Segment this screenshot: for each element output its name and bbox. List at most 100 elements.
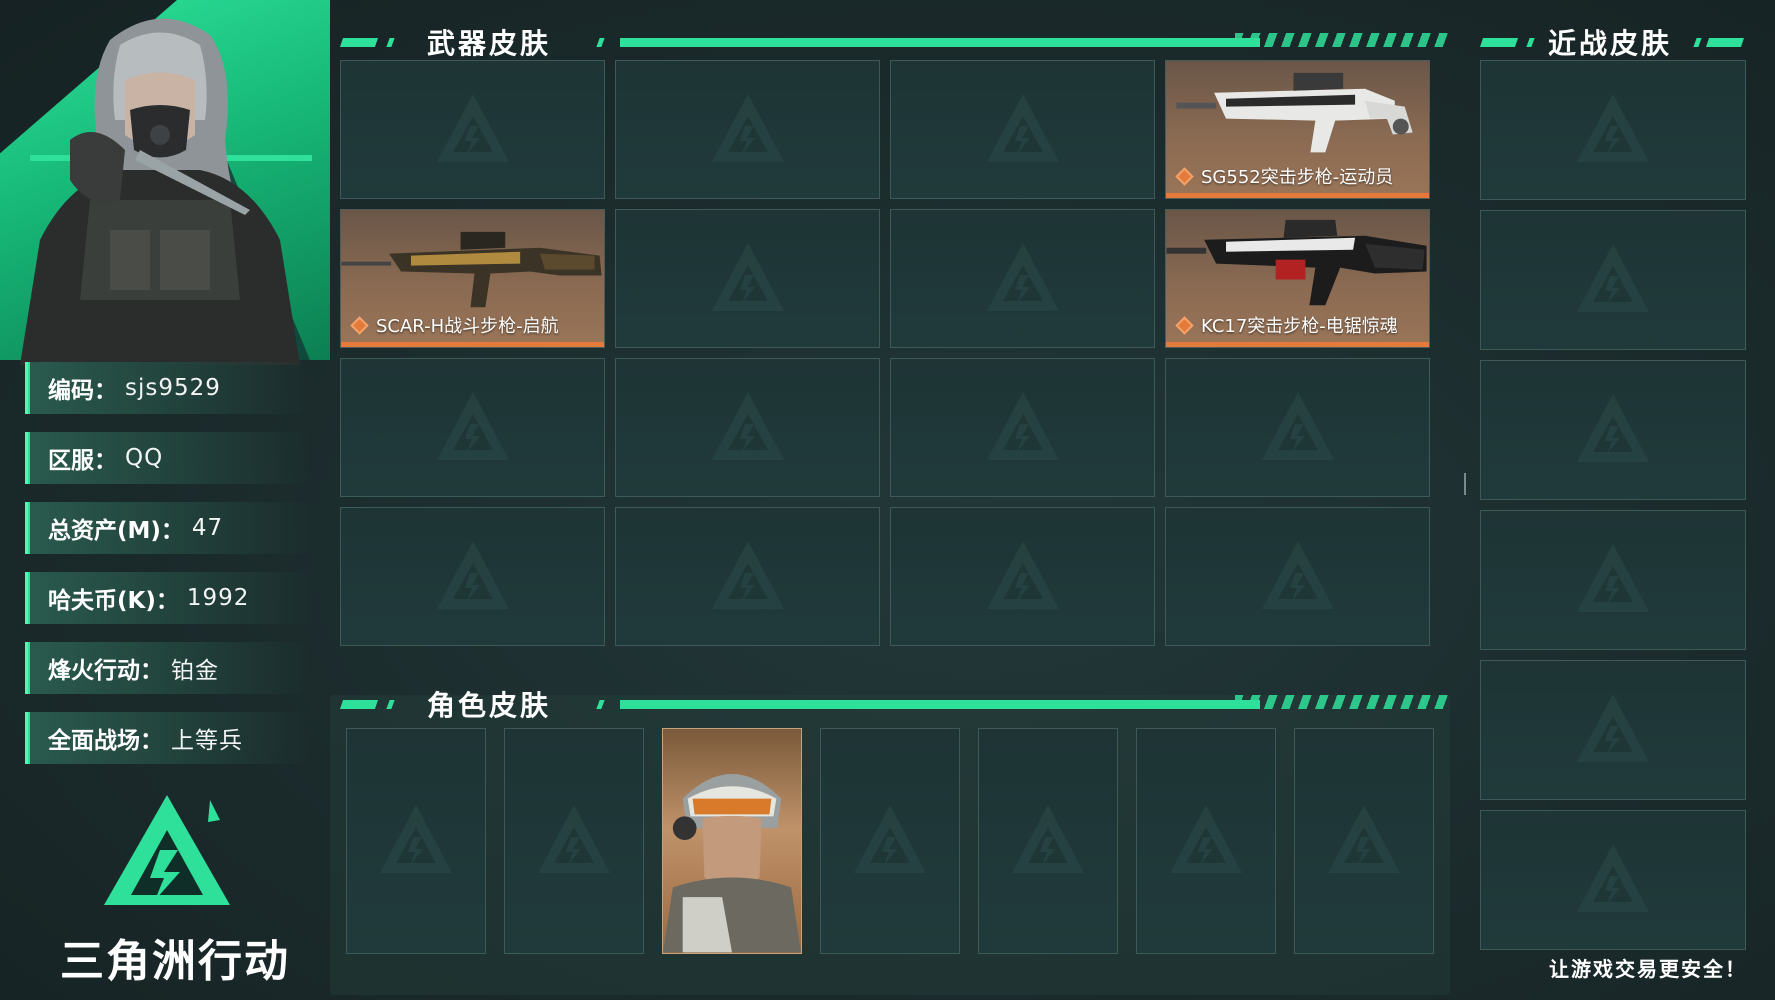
empty-character-slot[interactable] xyxy=(820,728,960,954)
empty-weapon-slot[interactable] xyxy=(340,60,605,199)
info-colon: ： xyxy=(94,378,117,404)
info-row-warfare-rank: 全面战场 ： 上等兵 xyxy=(25,712,310,764)
profile-panel: 编码 ： sjs9529 区服 ： QQ 总资产(M) ： 47 哈夫币(K) … xyxy=(0,0,330,1000)
info-colon: ： xyxy=(160,518,184,544)
header-bar xyxy=(340,700,378,709)
info-row-server: 区服 ： QQ xyxy=(25,432,310,484)
info-label: 区服 xyxy=(48,448,94,474)
empty-character-slot[interactable] xyxy=(346,728,486,954)
delta-watermark-icon xyxy=(986,391,1059,460)
empty-melee-slot[interactable] xyxy=(1480,510,1746,650)
info-row-havoc-coin: 哈夫币(K) ： 1992 xyxy=(25,572,310,624)
game-logo-text: 三角洲行动 xyxy=(60,936,290,987)
info-colon: ： xyxy=(140,658,163,684)
empty-weapon-slot[interactable] xyxy=(340,507,605,646)
tagline: 让游戏交易更安全！ xyxy=(1549,957,1747,981)
melee-skins-header: 近战皮肤 xyxy=(1480,27,1750,60)
weapon-skin-name: SCAR-H战斗步枪-启航 xyxy=(350,312,559,338)
delta-watermark-icon xyxy=(1577,844,1649,912)
delta-watermark-icon xyxy=(1261,391,1334,460)
empty-weapon-slot[interactable] xyxy=(890,209,1155,348)
rarity-diamond-icon xyxy=(1175,166,1194,186)
info-row-id: 编码 ： sjs9529 xyxy=(25,362,310,414)
empty-weapon-slot[interactable] xyxy=(890,507,1155,646)
delta-watermark-icon xyxy=(986,540,1059,609)
header-bar xyxy=(340,38,378,47)
info-value: QQ xyxy=(125,445,164,471)
info-value: sjs9529 xyxy=(125,375,221,401)
divider-mark xyxy=(1464,473,1466,495)
header-bar xyxy=(1480,38,1518,47)
delta-watermark-icon xyxy=(538,805,610,873)
header-checker xyxy=(1235,695,1450,709)
delta-watermark-icon xyxy=(1577,94,1649,162)
empty-weapon-slot[interactable] xyxy=(615,507,880,646)
header-tick xyxy=(596,38,605,47)
empty-melee-slot[interactable] xyxy=(1480,60,1746,200)
info-row-total-assets: 总资产(M) ： 47 xyxy=(25,502,310,554)
delta-watermark-icon xyxy=(1012,805,1084,873)
empty-character-slot[interactable] xyxy=(1136,728,1276,954)
section-title: 角色皮肤 xyxy=(427,689,552,722)
delta-watermark-icon xyxy=(1577,544,1649,612)
info-row-operations-rank: 烽火行动 ： 铂金 xyxy=(25,642,310,694)
delta-watermark-icon xyxy=(1261,540,1334,609)
header-tick xyxy=(1693,38,1702,47)
info-label: 全面战场 xyxy=(48,728,140,754)
header-tick xyxy=(596,700,605,709)
empty-weapon-slot[interactable] xyxy=(1165,507,1430,646)
weapon-skin-slot[interactable]: SCAR-H战斗步枪-启航 xyxy=(340,209,605,348)
info-label: 总资产(M) xyxy=(48,518,161,544)
empty-weapon-slot[interactable] xyxy=(890,358,1155,497)
info-label: 哈夫币(K) xyxy=(48,588,156,614)
character-skin-slot[interactable] xyxy=(662,728,802,954)
delta-watermark-icon xyxy=(986,242,1059,311)
header-tick xyxy=(386,700,395,709)
delta-watermark-icon xyxy=(711,242,784,311)
weapon-skin-name: SG552突击步枪-运动员 xyxy=(1175,163,1394,189)
empty-character-slot[interactable] xyxy=(978,728,1118,954)
empty-melee-slot[interactable] xyxy=(1480,210,1746,350)
empty-melee-slot[interactable] xyxy=(1480,360,1746,500)
weapon-skin-slot[interactable]: SG552突击步枪-运动员 xyxy=(1165,60,1430,199)
weapon-skins-header: 武器皮肤 xyxy=(340,27,1450,60)
delta-watermark-icon xyxy=(854,805,926,873)
game-logo: 三角洲行动 xyxy=(60,790,290,987)
weapon-skin-label: SG552突击步枪-运动员 xyxy=(1201,167,1394,188)
delta-watermark-icon xyxy=(1328,805,1400,873)
delta-logo-icon xyxy=(104,795,230,905)
delta-watermark-icon xyxy=(711,540,784,609)
rarity-diamond-icon xyxy=(1175,315,1194,335)
header-tick xyxy=(1526,38,1535,47)
empty-weapon-slot[interactable] xyxy=(615,209,880,348)
empty-weapon-slot[interactable] xyxy=(890,60,1155,199)
empty-weapon-slot[interactable] xyxy=(1165,358,1430,497)
header-tick xyxy=(386,38,395,47)
empty-character-slot[interactable] xyxy=(1294,728,1434,954)
weapon-skin-name: KC17突击步枪-电锯惊魂 xyxy=(1175,312,1398,338)
delta-watermark-icon xyxy=(1577,244,1649,312)
empty-weapon-slot[interactable] xyxy=(340,358,605,497)
character-skins-header: 角色皮肤 xyxy=(340,689,1450,722)
delta-watermark-icon xyxy=(1577,694,1649,762)
delta-watermark-icon xyxy=(436,93,509,162)
character-portrait xyxy=(663,773,801,953)
header-checker xyxy=(1235,33,1450,47)
empty-weapon-slot[interactable] xyxy=(615,60,880,199)
profile-info-list: 编码 ： sjs9529 区服 ： QQ 总资产(M) ： 47 哈夫币(K) … xyxy=(25,362,310,782)
header-bar xyxy=(620,38,1260,47)
delta-watermark-icon xyxy=(436,391,509,460)
empty-melee-slot[interactable] xyxy=(1480,660,1746,800)
empty-melee-slot[interactable] xyxy=(1480,810,1746,950)
delta-watermark-icon xyxy=(1170,805,1242,873)
empty-character-slot[interactable] xyxy=(504,728,644,954)
rarity-diamond-icon xyxy=(350,315,369,335)
operator-portrait xyxy=(20,18,300,365)
info-value: 上等兵 xyxy=(171,728,243,754)
empty-weapon-slot[interactable] xyxy=(615,358,880,497)
weapon-skin-slot[interactable]: KC17突击步枪-电锯惊魂 xyxy=(1165,209,1430,348)
delta-watermark-icon xyxy=(986,93,1059,162)
delta-watermark-icon xyxy=(380,805,452,873)
weapon-skin-label: KC17突击步枪-电锯惊魂 xyxy=(1201,316,1398,337)
delta-watermark-icon xyxy=(1577,394,1649,462)
